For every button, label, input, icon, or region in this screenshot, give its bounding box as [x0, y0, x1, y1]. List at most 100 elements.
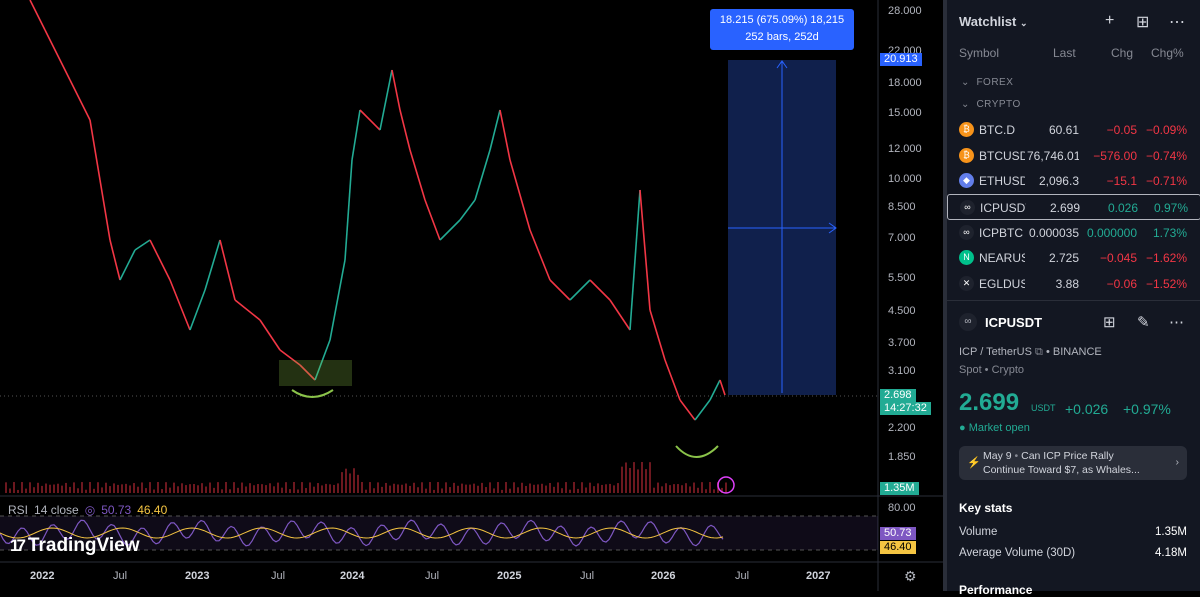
volume-bar [441, 488, 443, 493]
row-change-pct: −1.62% [1145, 251, 1187, 265]
volume-bar [417, 487, 419, 493]
price-candle [391, 69, 401, 111]
row-change: −0.045 [1099, 251, 1137, 265]
volume-bar [353, 468, 355, 493]
volume-bar [665, 483, 667, 493]
volume-bar [117, 484, 119, 493]
volume-bar [221, 489, 223, 493]
volume-bar [493, 488, 495, 493]
price-candle [609, 299, 631, 331]
volume-bar [429, 482, 431, 493]
key-stats-title: Key stats [959, 501, 1013, 515]
watchlist-title[interactable]: Watchlist ⌄ [959, 14, 1027, 29]
row-last: 2.699 [1049, 201, 1080, 215]
volume-bar [517, 487, 519, 493]
volume-bar [33, 487, 35, 493]
volume-bar [689, 486, 691, 493]
price-candle [589, 279, 611, 301]
time-tick: 2025 [497, 570, 522, 582]
volume-bar [381, 486, 383, 493]
volume-bar [585, 487, 587, 493]
volume-bar [705, 489, 707, 493]
price-candle [649, 309, 666, 361]
volume-bar [557, 482, 559, 493]
price-tick: 18.000 [888, 77, 922, 89]
stat-row: Average Volume (30D) 4.18M [959, 547, 1187, 559]
volume-bar [361, 482, 363, 493]
volume-bar [569, 489, 571, 493]
detail-currency: USDT [1031, 403, 1056, 413]
watchlist-row-egldusdt[interactable]: ✕ EGLDUSDT 3.88 −0.06 −1.52% [947, 271, 1200, 297]
tradingview-logo[interactable]: 17 TradingView [10, 535, 140, 557]
volume-bar [453, 482, 455, 493]
watchlist-row-btc.d[interactable]: ₿ BTC.D 60.61 −0.05 −0.09% [947, 117, 1200, 143]
icp-icon: ∞ [959, 313, 977, 331]
price-candle [529, 229, 551, 281]
volume-bar [77, 488, 79, 493]
volume-bar [389, 485, 391, 493]
watchlist-row-btcusdt[interactable]: ₿ BTCUSDT76,746.01 −576.00 −0.74% [947, 143, 1200, 169]
price-tick: 3.100 [888, 365, 916, 377]
edit-icon[interactable]: ✎ [1137, 313, 1150, 331]
volume-bar [209, 482, 211, 493]
add-symbol-icon[interactable]: + [1105, 12, 1114, 30]
volume-bar [605, 484, 607, 493]
more-icon[interactable]: ⋯ [1169, 12, 1185, 32]
volume-bar [301, 482, 303, 493]
price-candle [694, 399, 711, 421]
volume-bar [309, 482, 311, 493]
price-candle [219, 239, 236, 301]
grid-icon[interactable]: ⊞ [1103, 313, 1116, 331]
lightning-icon: ⚡ [967, 457, 981, 469]
col-symbol[interactable]: Symbol [959, 46, 999, 60]
watchlist-row-icpbtc[interactable]: ∞ ICPBTC 0.000035 0.000000 1.73% [947, 220, 1200, 246]
price-candle [44, 29, 71, 81]
watchlist-row-ethusdt[interactable]: ◆ ETHUSDT 2,096.3 −15.1 −0.71% [947, 168, 1200, 194]
volume-bar [661, 486, 663, 493]
volume-bar [125, 483, 127, 493]
price-candle [149, 239, 171, 281]
settings-gear-icon[interactable]: ⚙ [904, 568, 917, 585]
volume-bar [681, 485, 683, 493]
volume-bar [261, 484, 263, 493]
volume-bar [37, 482, 39, 493]
advanced-view-icon[interactable]: ⊞ [1136, 12, 1149, 32]
volume-bar [141, 482, 143, 493]
section-crypto[interactable]: ⌄ CRYPTO [961, 99, 1021, 110]
price-candle [234, 299, 261, 321]
detail-symbol[interactable]: ICPUSDT [985, 315, 1042, 330]
section-forex[interactable]: ⌄ FOREX [961, 77, 1013, 88]
col-last[interactable]: Last [1053, 46, 1076, 60]
volume-bar [697, 487, 699, 493]
col-chg[interactable]: Chg [1111, 46, 1133, 60]
col-chgp[interactable]: Chg% [1151, 46, 1184, 60]
chart-area[interactable]: 18.215 (675.09%) 18,215 252 bars, 252d 2… [0, 0, 943, 591]
volume-bar [497, 482, 499, 493]
volume-bar [265, 485, 267, 493]
volume-bar [173, 482, 175, 493]
price-candle [169, 279, 191, 331]
news-item[interactable]: ⚡ May 9 • Can ICP Price Rally Continue T… [959, 446, 1187, 480]
volume-bar [89, 482, 91, 493]
volume-bar [81, 482, 83, 493]
row-last: 0.000035 [1028, 226, 1079, 240]
rsi-legend[interactable]: RSI 14 close ◎ 50.73 46.40 [8, 503, 167, 517]
current-price-label: 2.698 [880, 389, 916, 402]
icp-icon: ∞ [959, 225, 974, 240]
price-candle [549, 279, 571, 301]
time-tick: 2022 [30, 570, 55, 582]
volume-bar [553, 486, 555, 493]
volume-bar [713, 489, 715, 493]
volume-bar [693, 482, 695, 493]
volume-bar [613, 485, 615, 493]
volume-bar [57, 483, 59, 493]
watchlist-row-icpusdt[interactable]: ∞ ICPUSDT 2.699 0.026 0.97% [947, 194, 1200, 220]
price-candle [89, 119, 101, 181]
external-link-icon[interactable]: ⧉ [1035, 346, 1043, 358]
price-candle [379, 69, 393, 131]
more-icon[interactable]: ⋯ [1169, 313, 1184, 331]
watchlist-row-nearusdt[interactable]: N NEARUSDT 2.725 −0.045 −1.62% [947, 245, 1200, 271]
price-candle [134, 239, 151, 251]
row-symbol: EGLDUSDT [979, 277, 1025, 291]
price-candle [69, 79, 91, 121]
